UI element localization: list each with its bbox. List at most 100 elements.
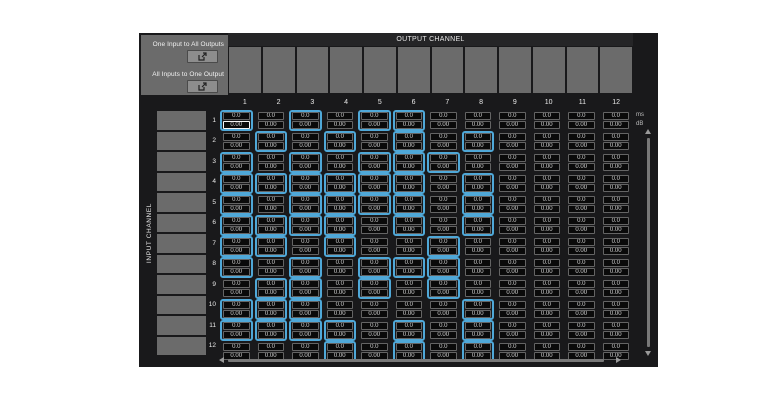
crosspoint-delay-value[interactable]: 0.0 — [223, 280, 250, 288]
matrix-crosspoint[interactable]: 0.00.00 — [496, 131, 529, 152]
crosspoint-delay-value[interactable]: 0.0 — [292, 196, 319, 204]
crosspoint-delay-value[interactable]: 0.0 — [603, 196, 630, 204]
crosspoint-delay-value[interactable]: 0.0 — [223, 217, 250, 225]
crosspoint-delay-value[interactable]: 0.0 — [465, 259, 492, 267]
one-input-to-all-outputs-button[interactable] — [187, 50, 218, 63]
crosspoint-delay-value[interactable]: 0.0 — [361, 196, 388, 204]
crosspoint-delay-value[interactable]: 0.0 — [499, 154, 526, 162]
crosspoint-level-value[interactable]: 0.00 — [430, 205, 457, 213]
matrix-crosspoint[interactable]: 0.00.00 — [427, 110, 460, 131]
crosspoint-delay-value[interactable]: 0.0 — [534, 322, 561, 330]
matrix-crosspoint[interactable]: 0.00.00 — [462, 299, 495, 320]
crosspoint-delay-value[interactable]: 0.0 — [223, 343, 250, 351]
crosspoint-delay-value[interactable]: 0.0 — [292, 280, 319, 288]
crosspoint-level-value[interactable]: 0.00 — [258, 184, 285, 192]
crosspoint-delay-value[interactable]: 0.0 — [534, 175, 561, 183]
crosspoint-delay-value[interactable]: 0.0 — [430, 259, 457, 267]
matrix-crosspoint[interactable]: 0.00.00 — [324, 215, 357, 236]
matrix-crosspoint[interactable]: 0.00.00 — [324, 257, 357, 278]
crosspoint-delay-value[interactable]: 0.0 — [568, 112, 595, 120]
crosspoint-level-value[interactable]: 0.00 — [568, 310, 595, 318]
matrix-crosspoint[interactable]: 0.00.00 — [600, 257, 633, 278]
crosspoint-delay-value[interactable]: 0.0 — [603, 217, 630, 225]
scroll-down-arrow-icon[interactable] — [645, 351, 651, 356]
matrix-crosspoint[interactable]: 0.00.00 — [565, 131, 598, 152]
crosspoint-delay-value[interactable]: 0.0 — [534, 238, 561, 246]
matrix-crosspoint[interactable]: 0.00.00 — [600, 299, 633, 320]
crosspoint-level-value[interactable]: 0.00 — [534, 163, 561, 171]
crosspoint-level-value[interactable]: 0.00 — [396, 205, 423, 213]
crosspoint-delay-value[interactable]: 0.0 — [258, 259, 285, 267]
crosspoint-delay-value[interactable]: 0.0 — [396, 343, 423, 351]
matrix-crosspoint[interactable]: 0.00.00 — [565, 194, 598, 215]
crosspoint-delay-value[interactable]: 0.0 — [430, 322, 457, 330]
matrix-crosspoint[interactable]: 0.00.00 — [220, 299, 253, 320]
crosspoint-delay-value[interactable]: 0.0 — [499, 280, 526, 288]
matrix-crosspoint[interactable]: 0.00.00 — [462, 110, 495, 131]
matrix-crosspoint[interactable]: 0.00.00 — [496, 110, 529, 131]
crosspoint-level-value[interactable]: 0.00 — [568, 268, 595, 276]
crosspoint-level-value[interactable]: 0.00 — [603, 163, 630, 171]
crosspoint-level-value[interactable]: 0.00 — [361, 289, 388, 297]
crosspoint-delay-value[interactable]: 0.0 — [534, 133, 561, 141]
matrix-crosspoint[interactable]: 0.00.00 — [531, 320, 564, 341]
scroll-right-arrow-icon[interactable] — [616, 357, 621, 363]
matrix-crosspoint[interactable]: 0.00.00 — [289, 173, 322, 194]
crosspoint-delay-value[interactable]: 0.0 — [534, 217, 561, 225]
crosspoint-level-value[interactable]: 0.00 — [361, 184, 388, 192]
crosspoint-delay-value[interactable]: 0.0 — [603, 133, 630, 141]
crosspoint-level-value[interactable]: 0.00 — [292, 268, 319, 276]
crosspoint-level-value[interactable]: 0.00 — [430, 289, 457, 297]
crosspoint-delay-value[interactable]: 0.0 — [465, 322, 492, 330]
crosspoint-delay-value[interactable]: 0.0 — [396, 196, 423, 204]
matrix-crosspoint[interactable]: 0.00.00 — [358, 131, 391, 152]
crosspoint-delay-value[interactable]: 0.0 — [603, 343, 630, 351]
crosspoint-delay-value[interactable]: 0.0 — [534, 154, 561, 162]
crosspoint-delay-value[interactable]: 0.0 — [258, 301, 285, 309]
matrix-crosspoint[interactable]: 0.00.00 — [600, 194, 633, 215]
crosspoint-delay-value[interactable]: 0.0 — [327, 217, 354, 225]
crosspoint-delay-value[interactable]: 0.0 — [361, 280, 388, 288]
matrix-crosspoint[interactable]: 0.00.00 — [427, 278, 460, 299]
crosspoint-delay-value[interactable]: 0.0 — [327, 280, 354, 288]
crosspoint-delay-value[interactable]: 0.0 — [292, 154, 319, 162]
matrix-crosspoint[interactable]: 0.00.00 — [220, 173, 253, 194]
crosspoint-delay-value[interactable]: 0.0 — [258, 322, 285, 330]
matrix-crosspoint[interactable]: 0.00.00 — [427, 320, 460, 341]
crosspoint-delay-value[interactable]: 0.0 — [603, 238, 630, 246]
matrix-crosspoint[interactable]: 0.00.00 — [255, 320, 288, 341]
matrix-crosspoint[interactable]: 0.00.00 — [358, 215, 391, 236]
crosspoint-level-value[interactable]: 0.00 — [361, 205, 388, 213]
crosspoint-delay-value[interactable]: 0.0 — [223, 154, 250, 162]
matrix-crosspoint[interactable]: 0.00.00 — [289, 299, 322, 320]
crosspoint-delay-value[interactable]: 0.0 — [568, 259, 595, 267]
crosspoint-level-value[interactable]: 0.00 — [430, 121, 457, 129]
crosspoint-level-value[interactable]: 0.00 — [603, 289, 630, 297]
matrix-crosspoint[interactable]: 0.00.00 — [255, 299, 288, 320]
crosspoint-delay-value[interactable]: 0.0 — [499, 259, 526, 267]
crosspoint-delay-value[interactable]: 0.0 — [361, 301, 388, 309]
crosspoint-level-value[interactable]: 0.00 — [603, 310, 630, 318]
crosspoint-delay-value[interactable]: 0.0 — [603, 280, 630, 288]
crosspoint-level-value[interactable]: 0.00 — [223, 121, 250, 129]
crosspoint-level-value[interactable]: 0.00 — [361, 247, 388, 255]
matrix-crosspoint[interactable]: 0.00.00 — [565, 215, 598, 236]
crosspoint-level-value[interactable]: 0.00 — [499, 184, 526, 192]
crosspoint-level-value[interactable]: 0.00 — [534, 205, 561, 213]
crosspoint-delay-value[interactable]: 0.0 — [327, 322, 354, 330]
crosspoint-level-value[interactable]: 0.00 — [327, 121, 354, 129]
crosspoint-level-value[interactable]: 0.00 — [327, 247, 354, 255]
matrix-crosspoint[interactable]: 0.00.00 — [565, 278, 598, 299]
crosspoint-level-value[interactable]: 0.00 — [465, 121, 492, 129]
matrix-crosspoint[interactable]: 0.00.00 — [393, 299, 426, 320]
crosspoint-level-value[interactable]: 0.00 — [292, 205, 319, 213]
crosspoint-level-value[interactable]: 0.00 — [396, 163, 423, 171]
matrix-crosspoint[interactable]: 0.00.00 — [462, 194, 495, 215]
crosspoint-level-value[interactable]: 0.00 — [568, 142, 595, 150]
crosspoint-delay-value[interactable]: 0.0 — [292, 175, 319, 183]
matrix-crosspoint[interactable]: 0.00.00 — [531, 236, 564, 257]
crosspoint-level-value[interactable]: 0.00 — [258, 205, 285, 213]
crosspoint-level-value[interactable]: 0.00 — [465, 268, 492, 276]
matrix-crosspoint[interactable]: 0.00.00 — [427, 215, 460, 236]
crosspoint-delay-value[interactable]: 0.0 — [603, 112, 630, 120]
